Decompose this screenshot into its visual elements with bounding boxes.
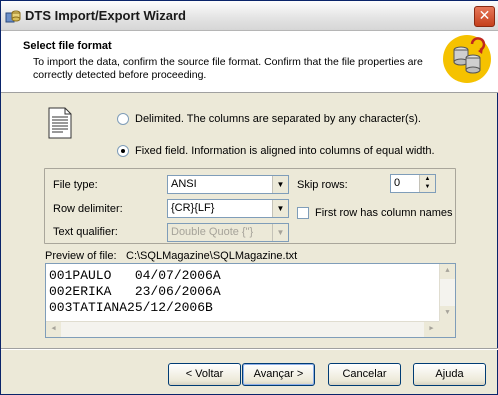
- text-qualifier-select[interactable]: Double Quote {"} ▼: [167, 223, 289, 242]
- stepper-down-icon[interactable]: ▼: [420, 183, 435, 191]
- preview-line: 002ERIKA 23/06/2006A: [49, 284, 221, 299]
- stepper-up-icon[interactable]: ▲: [420, 175, 435, 183]
- scroll-right-icon[interactable]: ▶: [424, 322, 439, 337]
- file-type-label: File type:: [53, 179, 98, 191]
- scrollbar-corner: [439, 321, 455, 337]
- dialog-window: DTS Import/Export Wizard ✕ Select file f…: [0, 0, 498, 395]
- cancel-button[interactable]: Cancelar: [328, 363, 401, 386]
- preview-line: 003TATIANA25/12/2006B: [49, 300, 213, 315]
- back-button[interactable]: < Voltar: [168, 363, 241, 386]
- fixed-field-option[interactable]: Fixed field. Information is aligned into…: [117, 145, 435, 157]
- page-description: To import the data, confirm the source f…: [33, 56, 423, 81]
- preview-line: 001PAULO 04/07/2006A: [49, 268, 221, 283]
- row-delimiter-select[interactable]: {CR}{LF} ▼: [167, 199, 289, 218]
- text-qualifier-label: Text qualifier:: [53, 226, 118, 238]
- dts-wizard-icon: [5, 10, 21, 23]
- fixed-field-label: Fixed field. Information is aligned into…: [135, 145, 435, 157]
- title-bar[interactable]: DTS Import/Export Wizard ✕: [1, 1, 498, 31]
- window-title: DTS Import/Export Wizard: [25, 8, 186, 23]
- scroll-down-icon[interactable]: ▼: [440, 306, 455, 321]
- skip-rows-label: Skip rows:: [297, 179, 348, 191]
- chevron-down-icon[interactable]: ▼: [272, 224, 288, 241]
- fixed-field-radio[interactable]: [117, 145, 129, 157]
- skip-rows-stepper[interactable]: 0 ▲ ▼: [390, 174, 436, 193]
- page-title: Select file format: [23, 40, 112, 52]
- wizard-header: Select file format To import the data, c…: [1, 31, 498, 93]
- preview-label: Preview of file:: [45, 250, 117, 262]
- delimited-label: Delimited. The columns are separated by …: [135, 113, 421, 125]
- first-row-label: First row has column names: [315, 207, 453, 219]
- chevron-down-icon[interactable]: ▼: [272, 176, 288, 193]
- file-preview[interactable]: 001PAULO 04/07/2006A 002ERIKA 23/06/2006…: [45, 263, 456, 338]
- vertical-scrollbar[interactable]: ▲ ▼: [439, 264, 455, 321]
- delimited-option[interactable]: Delimited. The columns are separated by …: [117, 113, 421, 125]
- preview-file-path: C:\SQLMagazine\SQLMagazine.txt: [126, 250, 298, 262]
- database-transfer-icon: [443, 35, 491, 83]
- row-delimiter-label: Row delimiter:: [53, 203, 123, 215]
- file-type-select[interactable]: ANSI ▼: [167, 175, 289, 194]
- first-row-option[interactable]: First row has column names: [297, 207, 453, 219]
- first-row-checkbox[interactable]: [297, 207, 309, 219]
- text-document-icon: [48, 107, 72, 139]
- scroll-left-icon[interactable]: ◀: [46, 322, 61, 337]
- help-button[interactable]: Ajuda: [413, 363, 486, 386]
- button-divider: [1, 348, 498, 350]
- horizontal-scrollbar[interactable]: ◀ ▶: [46, 321, 439, 337]
- scroll-up-icon[interactable]: ▲: [440, 264, 455, 279]
- chevron-down-icon[interactable]: ▼: [272, 200, 288, 217]
- delimited-radio[interactable]: [117, 113, 129, 125]
- close-button[interactable]: ✕: [474, 6, 495, 27]
- next-button[interactable]: Avançar >: [242, 363, 315, 386]
- close-icon: ✕: [478, 8, 491, 24]
